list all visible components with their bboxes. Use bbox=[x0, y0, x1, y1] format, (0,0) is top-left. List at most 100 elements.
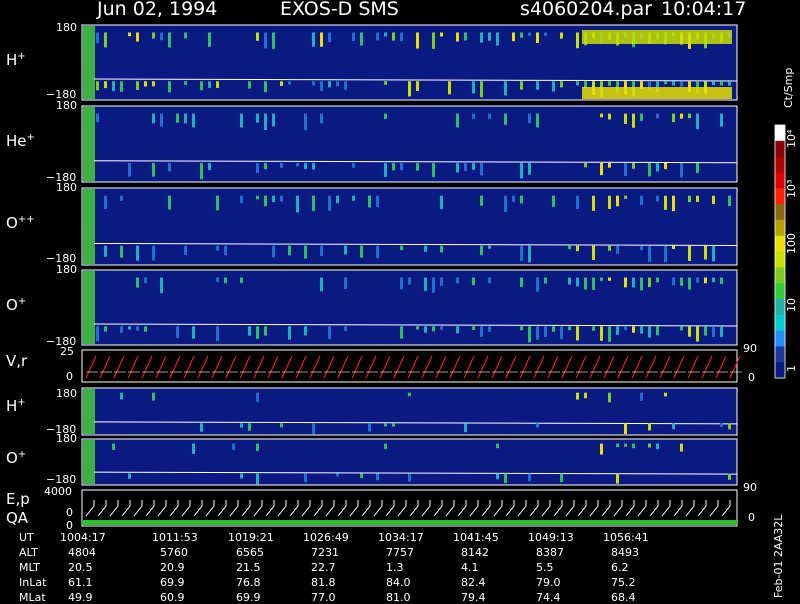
spectrogram-streak bbox=[360, 32, 363, 46]
spectrogram-streak bbox=[576, 195, 579, 210]
spectrogram-streak bbox=[296, 163, 299, 167]
colorbar-swatch bbox=[775, 362, 785, 379]
colorbar-tick-1e4: 10⁴ bbox=[785, 129, 798, 148]
spectrogram-streak bbox=[680, 326, 683, 331]
colorbar-tick-10: 10 bbox=[785, 298, 798, 312]
spectrogram-streak bbox=[520, 245, 523, 262]
spectrogram-streak bbox=[496, 32, 499, 46]
spectrogram-streak bbox=[424, 245, 427, 252]
spectrogram-streak bbox=[136, 326, 139, 331]
spectrogram-streak bbox=[384, 163, 387, 177]
colorbar-swatch bbox=[775, 125, 785, 142]
spectrogram-streak bbox=[144, 326, 147, 332]
spectrogram-streak bbox=[288, 326, 291, 340]
footer-alt-value: 7757 bbox=[386, 546, 414, 559]
spectrogram-streak bbox=[464, 32, 467, 41]
spectrogram-streak bbox=[712, 326, 715, 338]
spectrogram-streak bbox=[456, 326, 459, 334]
spectrogram-streak bbox=[264, 81, 267, 93]
spectrogram-streak bbox=[648, 245, 651, 262]
spectrogram-streak bbox=[624, 113, 627, 124]
spectrogram-streak bbox=[688, 245, 691, 261]
spectrogram-streak bbox=[144, 277, 147, 284]
spectrogram-streak bbox=[432, 326, 435, 332]
spectrogram-streak bbox=[168, 81, 171, 93]
spectrogram-streak bbox=[344, 326, 347, 331]
spectrogram-streak bbox=[96, 81, 99, 91]
footer-alt-value: 4804 bbox=[68, 546, 96, 559]
spectrogram-streak bbox=[416, 32, 419, 49]
spectrogram-streak bbox=[584, 81, 587, 88]
spectrogram-streak bbox=[520, 326, 523, 331]
spectrogram-figure bbox=[81, 24, 786, 527]
p8-ytick-mid2: 0 bbox=[66, 519, 73, 532]
panel-label-o-plus: O+ bbox=[6, 296, 27, 314]
colorbar-unit: Ct/Smp bbox=[782, 67, 795, 108]
spectrogram-streak bbox=[464, 423, 467, 433]
spectrogram-streak bbox=[680, 277, 683, 286]
spectrogram-streak bbox=[304, 473, 307, 483]
spectrogram-streak bbox=[184, 81, 187, 85]
colorbar-swatch bbox=[775, 346, 785, 363]
spectrogram-streak bbox=[256, 32, 259, 41]
spectrogram-streak bbox=[352, 195, 355, 201]
footer-alt-value: 8387 bbox=[536, 546, 564, 559]
colorbar-swatch bbox=[775, 330, 785, 347]
spectrogram-streak bbox=[400, 326, 403, 339]
panel-o-plusplus-edge bbox=[83, 189, 95, 264]
spectrogram-streak bbox=[576, 277, 579, 287]
spectrogram-streak bbox=[608, 163, 611, 168]
p1-ytick-top: 180 bbox=[56, 21, 77, 34]
spectrogram-streak bbox=[216, 245, 219, 251]
spectrogram-streak bbox=[120, 326, 123, 333]
spectrogram-streak bbox=[392, 163, 395, 171]
colorbar-swatch bbox=[775, 172, 785, 189]
spectrogram-streak bbox=[624, 423, 627, 434]
spectrogram-streak bbox=[432, 277, 435, 293]
spectrogram-streak bbox=[584, 392, 587, 399]
spectrogram-streak bbox=[656, 163, 659, 172]
spectrogram-streak bbox=[208, 81, 211, 88]
p8-right-bottom: 0 bbox=[748, 511, 755, 524]
spectrogram-streak bbox=[624, 326, 627, 331]
spectrogram-streak bbox=[408, 473, 411, 482]
spectrogram-streak bbox=[304, 113, 307, 131]
spectrogram-streak bbox=[312, 423, 315, 435]
colorbar-swatch bbox=[775, 188, 785, 205]
spectrogram-streak bbox=[576, 326, 579, 341]
spectrogram-streak bbox=[608, 113, 611, 120]
spectrogram-streak bbox=[720, 277, 723, 284]
spectrogram-streak bbox=[592, 195, 595, 211]
spectrogram-streak bbox=[216, 277, 219, 282]
spectrogram-streak bbox=[616, 443, 619, 448]
footer-ut-value: 1004:17 bbox=[60, 531, 106, 544]
spectrogram-streak bbox=[408, 392, 411, 397]
spectrogram-streak bbox=[528, 245, 531, 263]
spectrogram-streak bbox=[264, 163, 267, 170]
colorbar-swatch bbox=[775, 156, 785, 173]
spectrogram-streak bbox=[472, 163, 475, 170]
spectrogram-streak bbox=[640, 277, 643, 291]
panel-h-plus-edge bbox=[83, 26, 95, 99]
spectrogram-streak bbox=[616, 326, 619, 335]
spectrogram-streak bbox=[568, 326, 571, 331]
spectrogram-streak bbox=[416, 163, 419, 171]
spectrogram-streak bbox=[104, 245, 107, 257]
spectrogram-streak bbox=[136, 81, 139, 90]
spectrogram-streak bbox=[176, 113, 179, 123]
spectrogram-streak bbox=[256, 443, 259, 451]
spectrogram-streak bbox=[504, 81, 507, 96]
spectrogram-streak bbox=[448, 81, 451, 95]
spectrogram-streak bbox=[440, 277, 443, 286]
panel-he-plus-edge bbox=[83, 107, 95, 181]
spectrogram-streak bbox=[488, 277, 491, 284]
qa-bar bbox=[82, 520, 737, 525]
spectrogram-streak bbox=[552, 81, 555, 92]
spectrogram-streak bbox=[616, 473, 619, 484]
spectrogram-streak bbox=[168, 32, 171, 48]
spectrogram-streak bbox=[536, 113, 539, 128]
footer-alt-value: 5760 bbox=[160, 546, 188, 559]
spectrogram-streak bbox=[160, 277, 163, 294]
spectrogram-streak bbox=[288, 245, 291, 256]
spectrogram-streak bbox=[464, 163, 467, 171]
